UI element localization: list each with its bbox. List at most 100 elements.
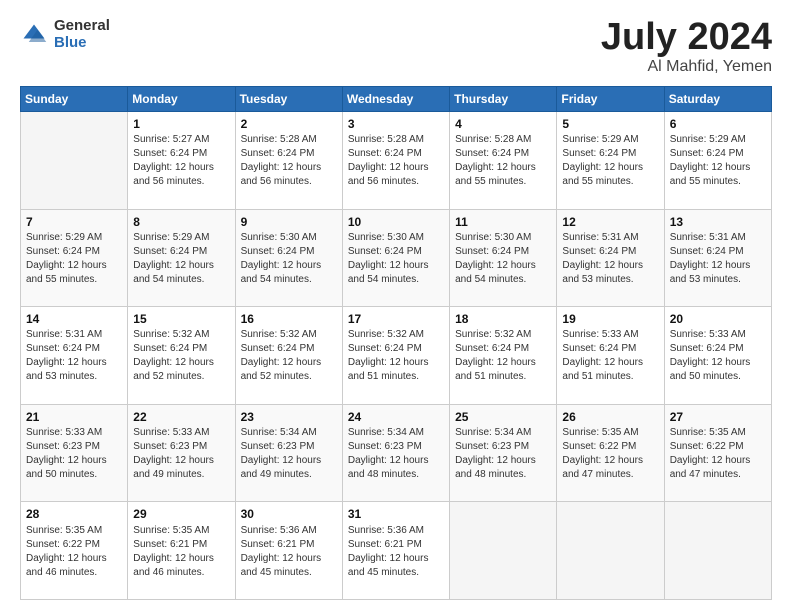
day-number: 23: [241, 409, 337, 425]
day-number: 21: [26, 409, 122, 425]
day-number: 19: [562, 311, 658, 327]
day-info: Sunrise: 5:31 AM Sunset: 6:24 PM Dayligh…: [562, 231, 658, 287]
calendar-week-row: 14Sunrise: 5:31 AM Sunset: 6:24 PM Dayli…: [21, 307, 772, 405]
day-info: Sunrise: 5:29 AM Sunset: 6:24 PM Dayligh…: [562, 133, 658, 189]
day-info: Sunrise: 5:32 AM Sunset: 6:24 PM Dayligh…: [241, 328, 337, 384]
table-row: 15Sunrise: 5:32 AM Sunset: 6:24 PM Dayli…: [128, 307, 235, 405]
day-info: Sunrise: 5:35 AM Sunset: 6:22 PM Dayligh…: [562, 426, 658, 482]
day-number: 25: [455, 409, 551, 425]
table-row: 26Sunrise: 5:35 AM Sunset: 6:22 PM Dayli…: [557, 404, 664, 502]
day-info: Sunrise: 5:32 AM Sunset: 6:24 PM Dayligh…: [455, 328, 551, 384]
day-number: 5: [562, 116, 658, 132]
day-number: 2: [241, 116, 337, 132]
title-location: Al Mahfid, Yemen: [601, 58, 772, 76]
day-info: Sunrise: 5:27 AM Sunset: 6:24 PM Dayligh…: [133, 133, 229, 189]
day-number: 16: [241, 311, 337, 327]
day-info: Sunrise: 5:28 AM Sunset: 6:24 PM Dayligh…: [348, 133, 444, 189]
table-row: 24Sunrise: 5:34 AM Sunset: 6:23 PM Dayli…: [342, 404, 449, 502]
table-row: 1Sunrise: 5:27 AM Sunset: 6:24 PM Daylig…: [128, 112, 235, 210]
day-info: Sunrise: 5:35 AM Sunset: 6:21 PM Dayligh…: [133, 524, 229, 580]
page: General Blue July 2024 Al Mahfid, Yemen …: [0, 0, 792, 612]
table-row: 29 Sunrise: 5:35 AM Sunset: 6:21 PM Dayli…: [128, 502, 235, 600]
day-number: 13: [670, 214, 766, 230]
logo: General Blue: [20, 18, 110, 51]
day-number: 4: [455, 116, 551, 132]
day-number: 6: [670, 116, 766, 132]
logo-text: General Blue: [54, 18, 110, 51]
logo-blue: Blue: [54, 35, 110, 52]
col-saturday: Saturday: [664, 87, 771, 112]
table-row: 6Sunrise: 5:29 AM Sunset: 6:24 PM Daylig…: [664, 112, 771, 210]
table-row: 10Sunrise: 5:30 AM Sunset: 6:24 PM Dayli…: [342, 209, 449, 307]
day-number: 10: [348, 214, 444, 230]
day-info: Sunrise: 5:33 AM Sunset: 6:23 PM Dayligh…: [26, 426, 122, 482]
day-number: 29: [133, 506, 229, 522]
day-info: Sunrise: 5:30 AM Sunset: 6:24 PM Dayligh…: [241, 231, 337, 287]
col-thursday: Thursday: [450, 87, 557, 112]
table-row: 20Sunrise: 5:33 AM Sunset: 6:24 PM Dayli…: [664, 307, 771, 405]
table-row: 22Sunrise: 5:33 AM Sunset: 6:23 PM Dayli…: [128, 404, 235, 502]
day-info: Sunrise: 5:34 AM Sunset: 6:23 PM Dayligh…: [455, 426, 551, 482]
day-number: 9: [241, 214, 337, 230]
calendar-week-row: 7Sunrise: 5:29 AM Sunset: 6:24 PM Daylig…: [21, 209, 772, 307]
day-info: Sunrise: 5:34 AM Sunset: 6:23 PM Dayligh…: [348, 426, 444, 482]
day-number: 28: [26, 506, 122, 522]
day-number: 7: [26, 214, 122, 230]
table-row: 3Sunrise: 5:28 AM Sunset: 6:24 PM Daylig…: [342, 112, 449, 210]
day-number: 26: [562, 409, 658, 425]
day-info: Sunrise: 5:28 AM Sunset: 6:24 PM Dayligh…: [241, 133, 337, 189]
day-info: Sunrise: 5:33 AM Sunset: 6:24 PM Dayligh…: [670, 328, 766, 384]
day-info: Sunrise: 5:30 AM Sunset: 6:24 PM Dayligh…: [348, 231, 444, 287]
table-row: 13Sunrise: 5:31 AM Sunset: 6:24 PM Dayli…: [664, 209, 771, 307]
table-row: 4Sunrise: 5:28 AM Sunset: 6:24 PM Daylig…: [450, 112, 557, 210]
table-row: [664, 502, 771, 600]
day-info: Sunrise: 5:32 AM Sunset: 6:24 PM Dayligh…: [133, 328, 229, 384]
col-sunday: Sunday: [21, 87, 128, 112]
calendar-week-row: 1Sunrise: 5:27 AM Sunset: 6:24 PM Daylig…: [21, 112, 772, 210]
day-number: 30: [241, 506, 337, 522]
table-row: 17Sunrise: 5:32 AM Sunset: 6:24 PM Dayli…: [342, 307, 449, 405]
day-info: Sunrise: 5:36 AM Sunset: 6:21 PM Dayligh…: [241, 524, 337, 580]
day-info: Sunrise: 5:29 AM Sunset: 6:24 PM Dayligh…: [26, 231, 122, 287]
day-number: 17: [348, 311, 444, 327]
table-row: 25Sunrise: 5:34 AM Sunset: 6:23 PM Dayli…: [450, 404, 557, 502]
table-row: 2Sunrise: 5:28 AM Sunset: 6:24 PM Daylig…: [235, 112, 342, 210]
table-row: 23Sunrise: 5:34 AM Sunset: 6:23 PM Dayli…: [235, 404, 342, 502]
header: General Blue July 2024 Al Mahfid, Yemen: [20, 18, 772, 76]
day-info: Sunrise: 5:33 AM Sunset: 6:23 PM Dayligh…: [133, 426, 229, 482]
col-friday: Friday: [557, 87, 664, 112]
table-row: 7Sunrise: 5:29 AM Sunset: 6:24 PM Daylig…: [21, 209, 128, 307]
day-number: 27: [670, 409, 766, 425]
table-row: 30 Sunrise: 5:36 AM Sunset: 6:21 PM Dayli…: [235, 502, 342, 600]
table-row: 21Sunrise: 5:33 AM Sunset: 6:23 PM Dayli…: [21, 404, 128, 502]
table-row: 14Sunrise: 5:31 AM Sunset: 6:24 PM Dayli…: [21, 307, 128, 405]
table-row: 12Sunrise: 5:31 AM Sunset: 6:24 PM Dayli…: [557, 209, 664, 307]
table-row: 19Sunrise: 5:33 AM Sunset: 6:24 PM Dayli…: [557, 307, 664, 405]
table-row: 9Sunrise: 5:30 AM Sunset: 6:24 PM Daylig…: [235, 209, 342, 307]
day-number: 12: [562, 214, 658, 230]
calendar-table: Sunday Monday Tuesday Wednesday Thursday…: [20, 86, 772, 600]
day-number: 22: [133, 409, 229, 425]
day-number: 1: [133, 116, 229, 132]
day-number: 15: [133, 311, 229, 327]
day-info: Sunrise: 5:33 AM Sunset: 6:24 PM Dayligh…: [562, 328, 658, 384]
col-monday: Monday: [128, 87, 235, 112]
col-wednesday: Wednesday: [342, 87, 449, 112]
day-info: Sunrise: 5:28 AM Sunset: 6:24 PM Dayligh…: [455, 133, 551, 189]
day-number: 18: [455, 311, 551, 327]
day-number: 20: [670, 311, 766, 327]
table-row: 18Sunrise: 5:32 AM Sunset: 6:24 PM Dayli…: [450, 307, 557, 405]
calendar-header-row: Sunday Monday Tuesday Wednesday Thursday…: [21, 87, 772, 112]
day-info: Sunrise: 5:31 AM Sunset: 6:24 PM Dayligh…: [26, 328, 122, 384]
table-row: [557, 502, 664, 600]
day-number: 8: [133, 214, 229, 230]
day-info: Sunrise: 5:34 AM Sunset: 6:23 PM Dayligh…: [241, 426, 337, 482]
table-row: 28 Sunrise: 5:35 AM Sunset: 6:22 PM Dayli…: [21, 502, 128, 600]
day-number: 24: [348, 409, 444, 425]
day-info: Sunrise: 5:31 AM Sunset: 6:24 PM Dayligh…: [670, 231, 766, 287]
table-row: 27Sunrise: 5:35 AM Sunset: 6:22 PM Dayli…: [664, 404, 771, 502]
day-info: Sunrise: 5:35 AM Sunset: 6:22 PM Dayligh…: [26, 524, 122, 580]
day-number: 14: [26, 311, 122, 327]
col-tuesday: Tuesday: [235, 87, 342, 112]
day-number: 31: [348, 506, 444, 522]
